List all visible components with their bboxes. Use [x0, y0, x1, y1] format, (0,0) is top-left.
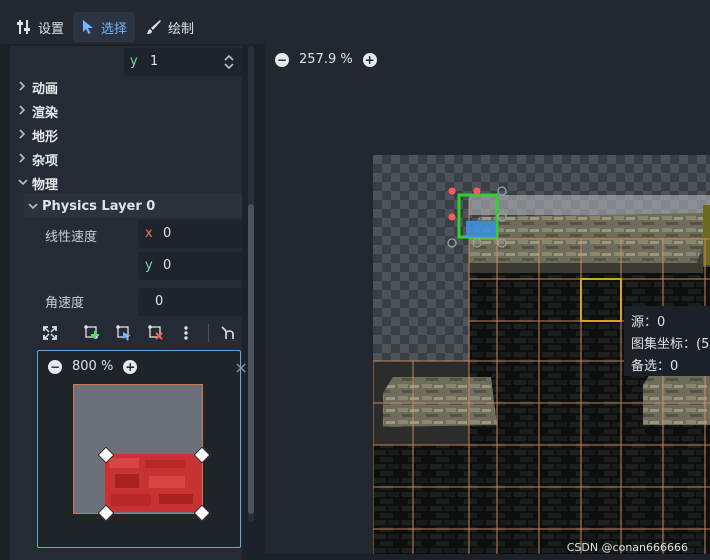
- expand-icon[interactable]: [40, 323, 60, 343]
- setup-tab[interactable]: 设置: [8, 12, 72, 42]
- toolbar-divider: [208, 324, 209, 342]
- polygon-editor[interactable]: − 800 % +: [37, 350, 241, 548]
- zoom-in-icon[interactable]: +: [123, 359, 138, 374]
- angular-velocity-value: 0: [155, 294, 164, 309]
- section-physics-label: 物理: [32, 177, 59, 193]
- chevron-down-icon: [28, 199, 38, 214]
- y-value-field[interactable]: y 1: [124, 48, 242, 76]
- chevron-right-icon: [18, 128, 28, 142]
- section-rendering[interactable]: 渲染: [18, 100, 58, 122]
- linear-velocity-y-field[interactable]: y 0: [138, 252, 242, 280]
- section-misc-label: 杂项: [32, 153, 59, 169]
- viewport-zoom-level: 257.9 %: [299, 52, 353, 67]
- chevron-right-icon: [18, 104, 28, 118]
- spin-arrows-icon[interactable]: [224, 54, 234, 72]
- y-axis-label: y: [145, 258, 153, 273]
- linear-velocity-x-field[interactable]: x 0: [138, 220, 242, 248]
- atlas-viewport[interactable]: − 257.9 % + 源：0 图集坐标：(5 备选：0: [265, 44, 710, 554]
- tile-info-tooltip: 源：0 图集坐标：(5 备选：0: [624, 306, 710, 376]
- linear-velocity-y-value: 0: [163, 258, 172, 273]
- paint-tab[interactable]: 绘制: [138, 12, 202, 42]
- angular-velocity-field[interactable]: 0: [138, 288, 242, 316]
- paint-label: 绘制: [168, 21, 195, 37]
- sliders-icon: [17, 20, 30, 34]
- watermark: CSDN @conan666666: [566, 541, 688, 554]
- viewport-zoom-controls: − 257.9 % +: [275, 52, 377, 67]
- cursor-icon: [83, 20, 93, 34]
- collision-shape-overlay: [466, 221, 496, 237]
- edit-point-icon[interactable]: [114, 323, 134, 343]
- tooltip-alternative: 备选：0: [631, 359, 679, 374]
- angular-velocity-label: 角速度: [45, 296, 85, 311]
- section-terrain[interactable]: 地形: [18, 124, 58, 146]
- physics-layer-header[interactable]: Physics Layer 0: [24, 194, 242, 218]
- delete-point-icon[interactable]: [146, 323, 166, 343]
- setup-label: 设置: [38, 21, 65, 37]
- zoom-out-icon[interactable]: −: [275, 52, 289, 67]
- polygon-toolbar: [30, 320, 242, 346]
- linear-velocity-label: 线性速度: [45, 230, 98, 245]
- x-axis-label: x: [145, 226, 153, 241]
- inspector-scroll-thumb[interactable]: [248, 204, 254, 514]
- flip-icon[interactable]: [218, 323, 238, 343]
- linear-velocity-x-value: 0: [163, 226, 172, 241]
- physics-layer-label: Physics Layer 0: [42, 198, 156, 214]
- tileset-toolbar: 设置 选择 绘制: [0, 0, 710, 44]
- add-point-icon[interactable]: [82, 323, 102, 343]
- brush-icon: [147, 20, 161, 34]
- section-physics[interactable]: 物理: [18, 172, 58, 194]
- y-axis-label: y: [130, 54, 138, 69]
- zoom-in-icon[interactable]: +: [362, 52, 377, 67]
- more-icon[interactable]: [176, 323, 196, 343]
- tooltip-source: 源：0: [631, 315, 666, 330]
- select-tab[interactable]: 选择: [73, 12, 136, 42]
- tooltip-atlas-coords: 图集坐标：(5: [631, 337, 710, 352]
- chevron-right-icon: [18, 152, 28, 166]
- collision-polygon[interactable]: [105, 454, 202, 512]
- panel-resize-handle-icon[interactable]: [235, 360, 247, 376]
- section-animation[interactable]: 动画: [18, 76, 58, 98]
- chevron-down-icon: [18, 178, 28, 189]
- section-misc[interactable]: 杂项: [18, 148, 58, 170]
- section-animation-label: 动画: [32, 81, 59, 97]
- y-value: 1: [150, 54, 159, 69]
- section-rendering-label: 渲染: [32, 105, 59, 121]
- polygon-zoom-level: 800 %: [72, 359, 114, 374]
- tile-inspector-panel: y 1 动画 渲染 地形 杂项 物理 Physics Layer 0 线性速度 …: [0, 44, 258, 560]
- section-terrain-label: 地形: [32, 129, 59, 145]
- zoom-out-icon[interactable]: −: [48, 359, 62, 374]
- chevron-right-icon: [18, 80, 28, 94]
- polygon-zoom-controls: − 800 % +: [48, 359, 138, 374]
- select-label: 选择: [101, 21, 128, 37]
